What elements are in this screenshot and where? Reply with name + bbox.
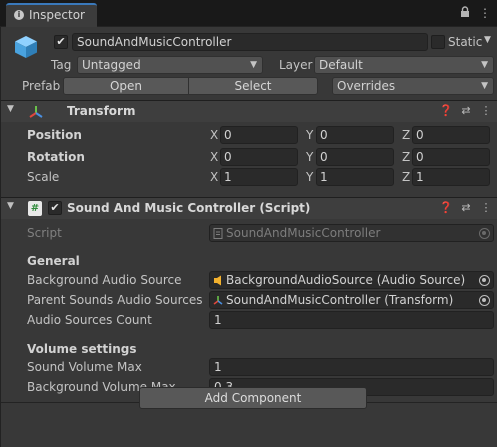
layer-dropdown[interactable]: Default ▼ [314,56,494,74]
inspector-panel: ✔ SoundAndMusicController Static ▼ Tag U… [0,27,497,447]
position-y-axis-label[interactable]: Y [306,128,313,142]
script-enabled-checkbox[interactable]: ✔ [48,201,62,215]
prefab-label: Prefab [22,79,61,93]
audio-sources-count-label: Audio Sources Count [27,313,152,327]
position-y-field[interactable]: 0 [316,126,394,144]
script-file-icon [213,228,223,239]
general-section-header: General [27,254,80,268]
rotation-z-field[interactable]: 0 [412,148,490,166]
audio-sources-count-field[interactable]: 1 [209,311,494,329]
rotation-x-field[interactable]: 0 [220,148,298,166]
static-label: Static [448,35,483,49]
background-audio-source-label: Background Audio Source [27,273,182,287]
help-icon[interactable]: ❓ [439,104,453,118]
scale-z-axis-label[interactable]: Z [402,170,410,184]
presets-icon[interactable]: ⇄ [459,201,473,215]
foldout-arrow-icon[interactable]: ▼ [7,104,14,114]
layer-label: Layer [279,58,313,72]
position-x-axis-label[interactable]: X [210,128,218,142]
transform-header[interactable]: ▼ Transform ❓ ⇄ ⋮ [1,100,497,122]
scale-x-field[interactable]: 1 [220,168,298,186]
parent-sounds-label: Parent Sounds Audio Sources [27,293,203,307]
component-menu-icon[interactable]: ⋮ [479,201,493,215]
gameobject-cube-icon [13,34,39,60]
transform-gizmo-icon [213,295,223,306]
prefab-overrides-dropdown[interactable]: Overrides ▼ [332,77,494,95]
tab-inspector[interactable]: i Inspector [6,3,97,27]
csharp-script-icon: # [28,201,42,216]
position-label: Position [27,128,82,142]
script-component-header[interactable]: ▼ # ✔ Sound And Music Controller (Script… [1,197,497,219]
add-component-button[interactable]: Add Component [139,387,367,409]
scale-z-field[interactable]: 1 [412,168,490,186]
object-picker-icon [479,228,490,239]
tag-dropdown-value: Untagged [82,58,141,72]
scale-label: Scale [27,170,60,184]
script-reference-field: SoundAndMusicController [209,224,494,242]
presets-icon[interactable]: ⇄ [459,104,473,118]
chevron-down-icon: ▼ [250,60,257,70]
audio-source-icon [213,275,223,286]
rotation-label: Rotation [27,150,85,164]
gameobject-name-field[interactable]: SoundAndMusicController [72,33,428,51]
prefab-overrides-label: Overrides [337,79,396,93]
more-menu-icon[interactable]: ⋮ [478,6,492,20]
rotation-z-axis-label[interactable]: Z [402,150,410,164]
foldout-arrow-icon[interactable]: ▼ [7,201,14,211]
script-reference-value: SoundAndMusicController [226,226,381,240]
scale-x-axis-label[interactable]: X [210,170,218,184]
info-icon: i [14,10,24,20]
inspector-tab-bar: i Inspector ⋮ [0,0,497,27]
lock-icon[interactable] [458,6,472,20]
rotation-y-axis-label[interactable]: Y [306,150,313,164]
prefab-select-button[interactable]: Select [188,77,318,95]
static-checkbox[interactable] [431,35,445,49]
tag-dropdown[interactable]: Untagged ▼ [77,56,263,74]
layer-dropdown-value: Default [319,58,363,72]
volume-settings-section-header: Volume settings [27,342,137,356]
script-component-title: Sound And Music Controller (Script) [67,201,311,215]
position-z-axis-label[interactable]: Z [402,128,410,142]
chevron-down-icon: ▼ [481,81,488,91]
object-picker-icon[interactable] [479,275,490,286]
object-picker-icon[interactable] [479,295,490,306]
background-audio-source-value: BackgroundAudioSource (Audio Source) [226,273,466,287]
static-dropdown-arrow-icon[interactable]: ▼ [484,35,491,45]
rotation-y-field[interactable]: 0 [316,148,394,166]
tag-label: Tag [51,58,72,72]
prefab-open-button[interactable]: Open [63,77,189,95]
tab-inspector-label: Inspector [29,8,85,22]
parent-sounds-value: SoundAndMusicController (Transform) [226,293,454,307]
sound-volume-max-label: Sound Volume Max [27,360,142,374]
sound-volume-max-field[interactable]: 1 [209,358,494,376]
scale-y-axis-label[interactable]: Y [306,170,313,184]
position-x-field[interactable]: 0 [220,126,298,144]
transform-title: Transform [67,104,136,118]
parent-sounds-field[interactable]: SoundAndMusicController (Transform) [209,291,494,309]
component-menu-icon[interactable]: ⋮ [479,104,493,118]
gameobject-active-checkbox[interactable]: ✔ [54,35,68,49]
transform-gizmo-icon [28,104,44,120]
chevron-down-icon: ▼ [481,60,488,70]
position-z-field[interactable]: 0 [412,126,490,144]
background-audio-source-field[interactable]: BackgroundAudioSource (Audio Source) [209,271,494,289]
help-icon[interactable]: ❓ [439,201,453,215]
rotation-x-axis-label[interactable]: X [210,150,218,164]
script-label: Script [27,226,62,240]
scale-y-field[interactable]: 1 [316,168,394,186]
